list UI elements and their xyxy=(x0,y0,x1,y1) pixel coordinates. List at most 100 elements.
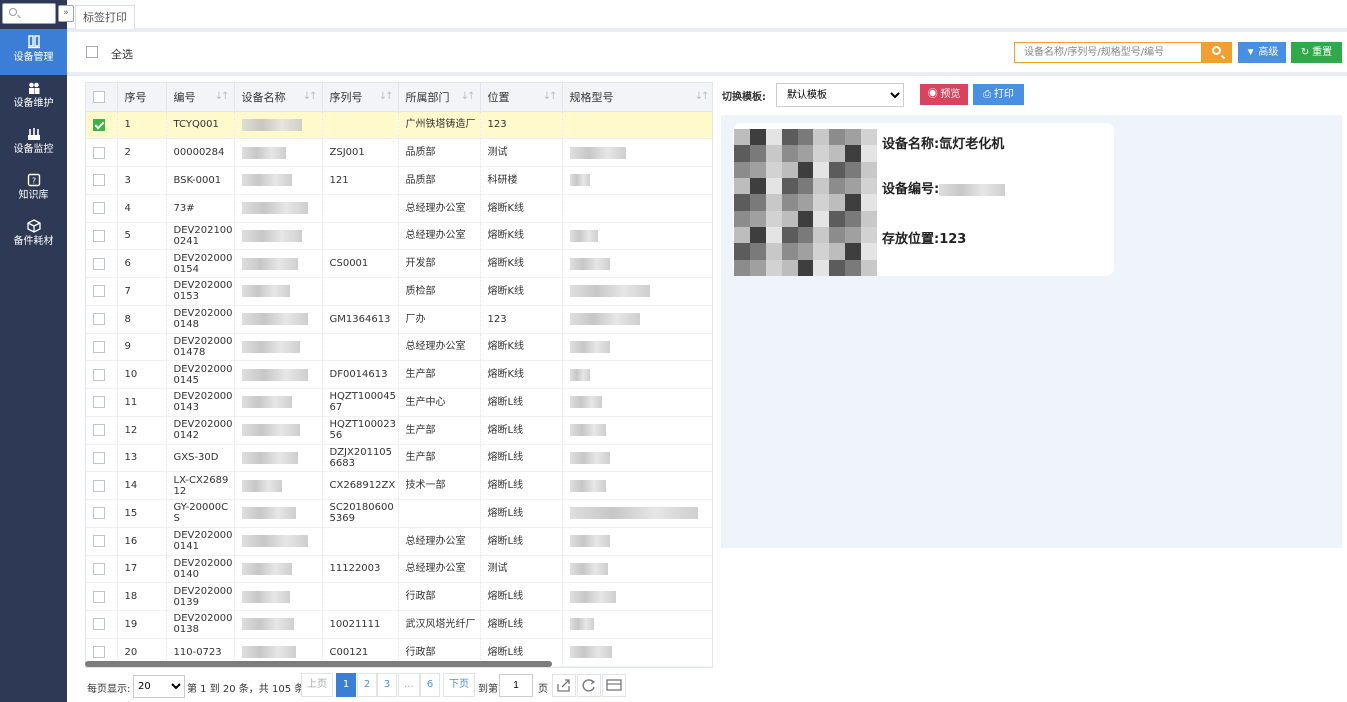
table-row[interactable]: 9 DEV20200001478 总经理办公室 熔断K线 xyxy=(86,333,712,362)
row-checkbox[interactable] xyxy=(93,146,105,159)
table-row[interactable]: 18 DEV2020000139 行政部 熔断L线 xyxy=(86,582,712,611)
export-icon[interactable] xyxy=(552,674,576,697)
per-page-select[interactable]: 20 xyxy=(133,675,185,698)
table-row[interactable]: 1 TCYQ001 广州铁塔铸造厂 123 xyxy=(86,111,712,140)
row-checkbox-cell[interactable] xyxy=(86,416,118,445)
column-header-code[interactable]: 编号 ↓↑ xyxy=(166,83,235,112)
sort-icon[interactable]: ↓↑ xyxy=(379,91,394,102)
table-row[interactable]: 4 73# 总经理办公室 熔断K线 xyxy=(86,194,712,223)
sidebar-item-knowledge-base[interactable]: ? 知识库 xyxy=(0,167,67,213)
column-header-serial[interactable]: 序列号 ↓↑ xyxy=(322,83,399,112)
table-row[interactable]: 16 DEV2020000141 总经理办公室 熔断L线 xyxy=(86,527,712,556)
row-checkbox[interactable] xyxy=(93,340,105,353)
prev-page-button[interactable]: 上页 xyxy=(301,673,333,697)
row-checkbox[interactable] xyxy=(93,590,105,603)
preview-button[interactable]: ◉ 预览 xyxy=(920,84,968,105)
row-checkbox[interactable] xyxy=(93,285,105,298)
sidebar-item-device-management[interactable]: 设备管理 xyxy=(0,29,67,75)
print-button[interactable]: ⎙ 打印 xyxy=(973,84,1024,105)
sidebar-item-device-maintenance[interactable]: 设备维护 xyxy=(0,75,67,121)
select-all-checkbox[interactable] xyxy=(86,46,98,58)
header-checkbox[interactable] xyxy=(86,83,118,112)
row-checkbox-cell[interactable] xyxy=(86,388,118,417)
table-row[interactable]: 5 DEV2021000241 总经理办公室 熔断K线 xyxy=(86,222,712,251)
next-page-button[interactable]: 下页 xyxy=(443,673,475,697)
search-input[interactable] xyxy=(1014,42,1202,63)
reset-button[interactable]: ↻ 重置 xyxy=(1291,42,1342,63)
row-checkbox[interactable] xyxy=(93,202,105,215)
row-checkbox-cell[interactable] xyxy=(86,444,118,473)
row-checkbox-cell[interactable] xyxy=(86,499,118,528)
template-select[interactable]: 默认模板 xyxy=(776,83,904,107)
advanced-filter-button[interactable]: ▼ 高级 xyxy=(1238,42,1286,63)
row-checkbox[interactable] xyxy=(93,479,105,492)
sort-icon[interactable]: ↓↑ xyxy=(215,91,230,102)
row-checkbox-cell[interactable] xyxy=(86,333,118,362)
table-row[interactable]: 7 DEV2020000153 质检部 熔断K线 xyxy=(86,277,712,306)
row-checkbox[interactable] xyxy=(93,396,105,409)
column-header-model[interactable]: 规格型号 ↓↑ xyxy=(562,83,712,112)
sort-icon[interactable]: ↓↑ xyxy=(461,91,476,102)
row-checkbox[interactable] xyxy=(93,257,105,270)
column-header-location[interactable]: 位置 ↓↑ xyxy=(480,83,563,112)
tab-label-print[interactable]: 标签打印 xyxy=(75,5,135,29)
row-checkbox-cell[interactable] xyxy=(86,471,118,500)
row-checkbox-cell[interactable] xyxy=(86,305,118,334)
page-2-button[interactable]: 2 xyxy=(357,673,377,697)
table-row[interactable]: 2 00000284 ZSJ001 品质部 测试 xyxy=(86,138,712,167)
row-checkbox-cell[interactable] xyxy=(86,249,118,278)
sort-icon[interactable]: ↓↑ xyxy=(695,91,710,102)
sort-icon[interactable]: ↓↑ xyxy=(303,91,318,102)
page-6-button[interactable]: 6 xyxy=(420,673,440,697)
table-row[interactable]: 8 DEV2020000148 GM1364613 厂办 123 xyxy=(86,305,712,334)
row-checkbox[interactable] xyxy=(93,118,105,131)
table-row[interactable]: 15 GY-20000CS SC201806005369 熔断L线 xyxy=(86,499,712,528)
row-checkbox[interactable] xyxy=(93,424,105,437)
column-header-dept[interactable]: 所属部门 ↓↑ xyxy=(398,83,481,112)
row-checkbox-cell[interactable] xyxy=(86,277,118,306)
sort-icon[interactable]: ↓↑ xyxy=(543,91,558,102)
row-checkbox-cell[interactable] xyxy=(86,194,118,223)
row-checkbox[interactable] xyxy=(93,368,105,381)
row-checkbox-cell[interactable] xyxy=(86,111,118,140)
table-row[interactable]: 6 DEV2020000154 CS0001 开发部 熔断K线 xyxy=(86,249,712,278)
goto-page-input[interactable] xyxy=(499,674,533,697)
refresh-icon[interactable] xyxy=(577,674,601,697)
table-row[interactable]: 17 DEV2020000140 11122003 总经理办公室 测试 xyxy=(86,555,712,584)
row-checkbox[interactable] xyxy=(93,646,105,659)
row-checkbox[interactable] xyxy=(93,229,105,242)
table-row[interactable]: 10 DEV2020000145 DF0014613 生产部 熔断K线 xyxy=(86,360,712,389)
row-checkbox[interactable] xyxy=(93,535,105,548)
page-3-button[interactable]: 3 xyxy=(377,673,397,697)
row-checkbox-cell[interactable] xyxy=(86,582,118,611)
row-checkbox[interactable] xyxy=(93,618,105,631)
sidebar-item-spare-parts[interactable]: 备件耗材 xyxy=(0,213,67,259)
sidebar-item-device-monitor[interactable]: 设备监控 xyxy=(0,121,67,167)
row-checkbox-cell[interactable] xyxy=(86,222,118,251)
search-button[interactable] xyxy=(1202,42,1232,63)
sidebar-collapse-toggle[interactable]: » xyxy=(58,5,74,22)
table-row[interactable]: 3 BSK-0001 121 品质部 科研楼 xyxy=(86,166,712,195)
row-checkbox-cell[interactable] xyxy=(86,360,118,389)
table-row[interactable]: 13 GXS-30D DZJX2011056683 生产部 熔断L线 xyxy=(86,444,712,473)
row-checkbox[interactable] xyxy=(93,507,105,520)
row-checkbox-cell[interactable] xyxy=(86,610,118,639)
column-header-name[interactable]: 设备名称 ↓↑ xyxy=(234,83,323,112)
horizontal-scrollbar[interactable] xyxy=(85,661,552,667)
row-checkbox[interactable] xyxy=(93,562,105,575)
sidebar-search-input[interactable] xyxy=(2,3,56,24)
row-checkbox-cell[interactable] xyxy=(86,555,118,584)
table-row[interactable]: 12 DEV2020000142 HQZT10002356 生产部 熔断L线 xyxy=(86,416,712,445)
table-row[interactable]: 14 LX-CX268912 CX268912ZX 技术一部 熔断L线 xyxy=(86,471,712,500)
header-select-checkbox[interactable] xyxy=(93,91,105,104)
row-checkbox-cell[interactable] xyxy=(86,138,118,167)
row-checkbox[interactable] xyxy=(93,174,105,187)
columns-icon[interactable] xyxy=(602,674,626,697)
page-1-button[interactable]: 1 xyxy=(336,673,356,697)
table-row[interactable]: 19 DEV2020000138 10021111 武汉风塔光纤厂 熔断L线 xyxy=(86,610,712,639)
row-checkbox[interactable] xyxy=(93,313,105,326)
table-row[interactable]: 11 DEV2020000143 HQZT10004567 生产中心 熔断L线 xyxy=(86,388,712,417)
row-checkbox-cell[interactable] xyxy=(86,527,118,556)
row-checkbox[interactable] xyxy=(93,451,105,464)
row-checkbox-cell[interactable] xyxy=(86,166,118,195)
